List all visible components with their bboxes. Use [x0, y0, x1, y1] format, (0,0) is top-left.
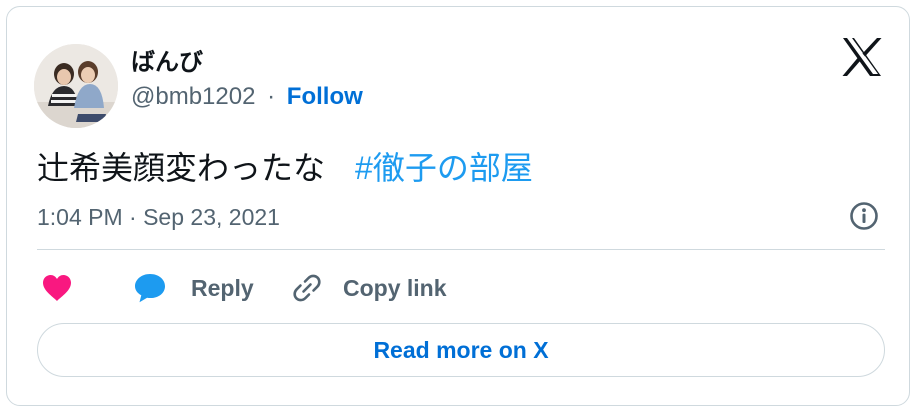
hashtag-link[interactable]: #徹子の部屋 [355, 150, 533, 186]
reply-button[interactable]: Reply [133, 270, 254, 306]
embedded-tweet-card: ばんび @bmb1202 · Follow 辻希美顔変わったな #徹子の部屋 1:… [6, 6, 910, 406]
read-more-button[interactable]: Read more on X [37, 323, 885, 377]
avatar-photo [34, 44, 118, 128]
reply-label: Reply [191, 274, 254, 301]
divider [37, 249, 885, 250]
copy-link-label: Copy link [343, 274, 447, 301]
tweet-body: 辻希美顔変わったな [37, 150, 326, 186]
heart-icon [43, 275, 71, 301]
info-icon[interactable] [849, 201, 879, 231]
tweet-text: 辻希美顔変わったな #徹子の部屋 [37, 143, 533, 189]
tweet-timestamp[interactable]: 1:04 PM · Sep 23, 2021 [37, 204, 280, 231]
author-display-name[interactable]: ばんび [131, 42, 203, 77]
like-button[interactable] [41, 270, 73, 306]
speech-bubble-icon [135, 274, 165, 303]
link-icon [293, 274, 321, 302]
author-handle-row: @bmb1202 · Follow [131, 83, 363, 111]
follow-button[interactable]: Follow [287, 83, 363, 110]
x-logo-icon[interactable] [841, 37, 883, 77]
avatar[interactable] [34, 44, 118, 128]
copy-link-button[interactable]: Copy link [291, 270, 447, 306]
read-more-label: Read more on X [373, 336, 549, 363]
separator-dot: · [267, 83, 276, 110]
author-handle[interactable]: @bmb1202 [131, 83, 255, 110]
